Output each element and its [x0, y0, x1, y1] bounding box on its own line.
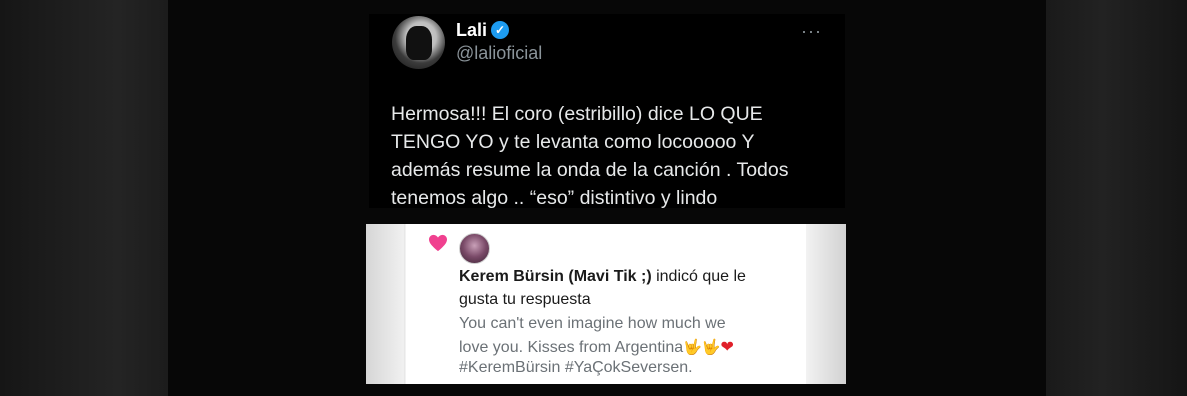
author-name[interactable]: Lali	[456, 20, 487, 41]
reply-hashtags[interactable]: #KeremBürsin #YaÇokSeversen.	[459, 359, 693, 377]
background-left-panel	[0, 0, 168, 396]
heart-icon	[429, 234, 447, 252]
like-notification[interactable]: Kerem Bürsin (Mavi Tik ;) indicó que le …	[366, 224, 846, 384]
reply-text-line: love you. Kisses from Argentina🤟🤟❤	[459, 337, 734, 357]
reply-text-line: You can't even imagine how much we	[459, 315, 726, 332]
tweet-line: TENGO YO y te levanta como locooooo Y	[391, 131, 755, 153]
tweet-card: Lali ✓ @lalioficial ··· Hermosa!!! El co…	[369, 14, 845, 209]
rock-hand-emoji-icon: 🤟🤟	[683, 339, 721, 356]
tweet-line: Hermosa!!! El coro (estribillo) dice LO …	[391, 103, 763, 125]
tweet-text: Hermosa!!! El coro (estribillo) dice LO …	[391, 100, 839, 212]
red-heart-emoji-icon: ❤	[720, 339, 734, 356]
liker-avatar[interactable]	[459, 233, 490, 264]
reply-text: love you. Kisses from Argentina	[459, 339, 684, 356]
more-options-icon[interactable]: ···	[801, 21, 822, 42]
liker-name[interactable]: Kerem Bürsin (Mavi Tik ;)	[459, 268, 652, 285]
background-right-panel	[1046, 0, 1187, 396]
notification-action: indicó que le	[651, 268, 746, 285]
notification-text: Kerem Bürsin (Mavi Tik ;) indicó que le	[459, 268, 746, 286]
divider	[404, 224, 405, 384]
notification-edge-right	[806, 224, 846, 384]
notification-action-line-2: gusta tu respuesta	[459, 291, 591, 308]
tweet-line: además resume la onda de la canción . To…	[391, 159, 789, 181]
author-handle[interactable]: @lalioficial	[456, 43, 542, 64]
notification-edge-left	[366, 224, 406, 384]
tweet-line: tenemos algo .. “eso” distintivo y lindo	[391, 187, 718, 209]
avatar[interactable]	[392, 16, 445, 69]
verified-badge-icon: ✓	[491, 21, 509, 39]
